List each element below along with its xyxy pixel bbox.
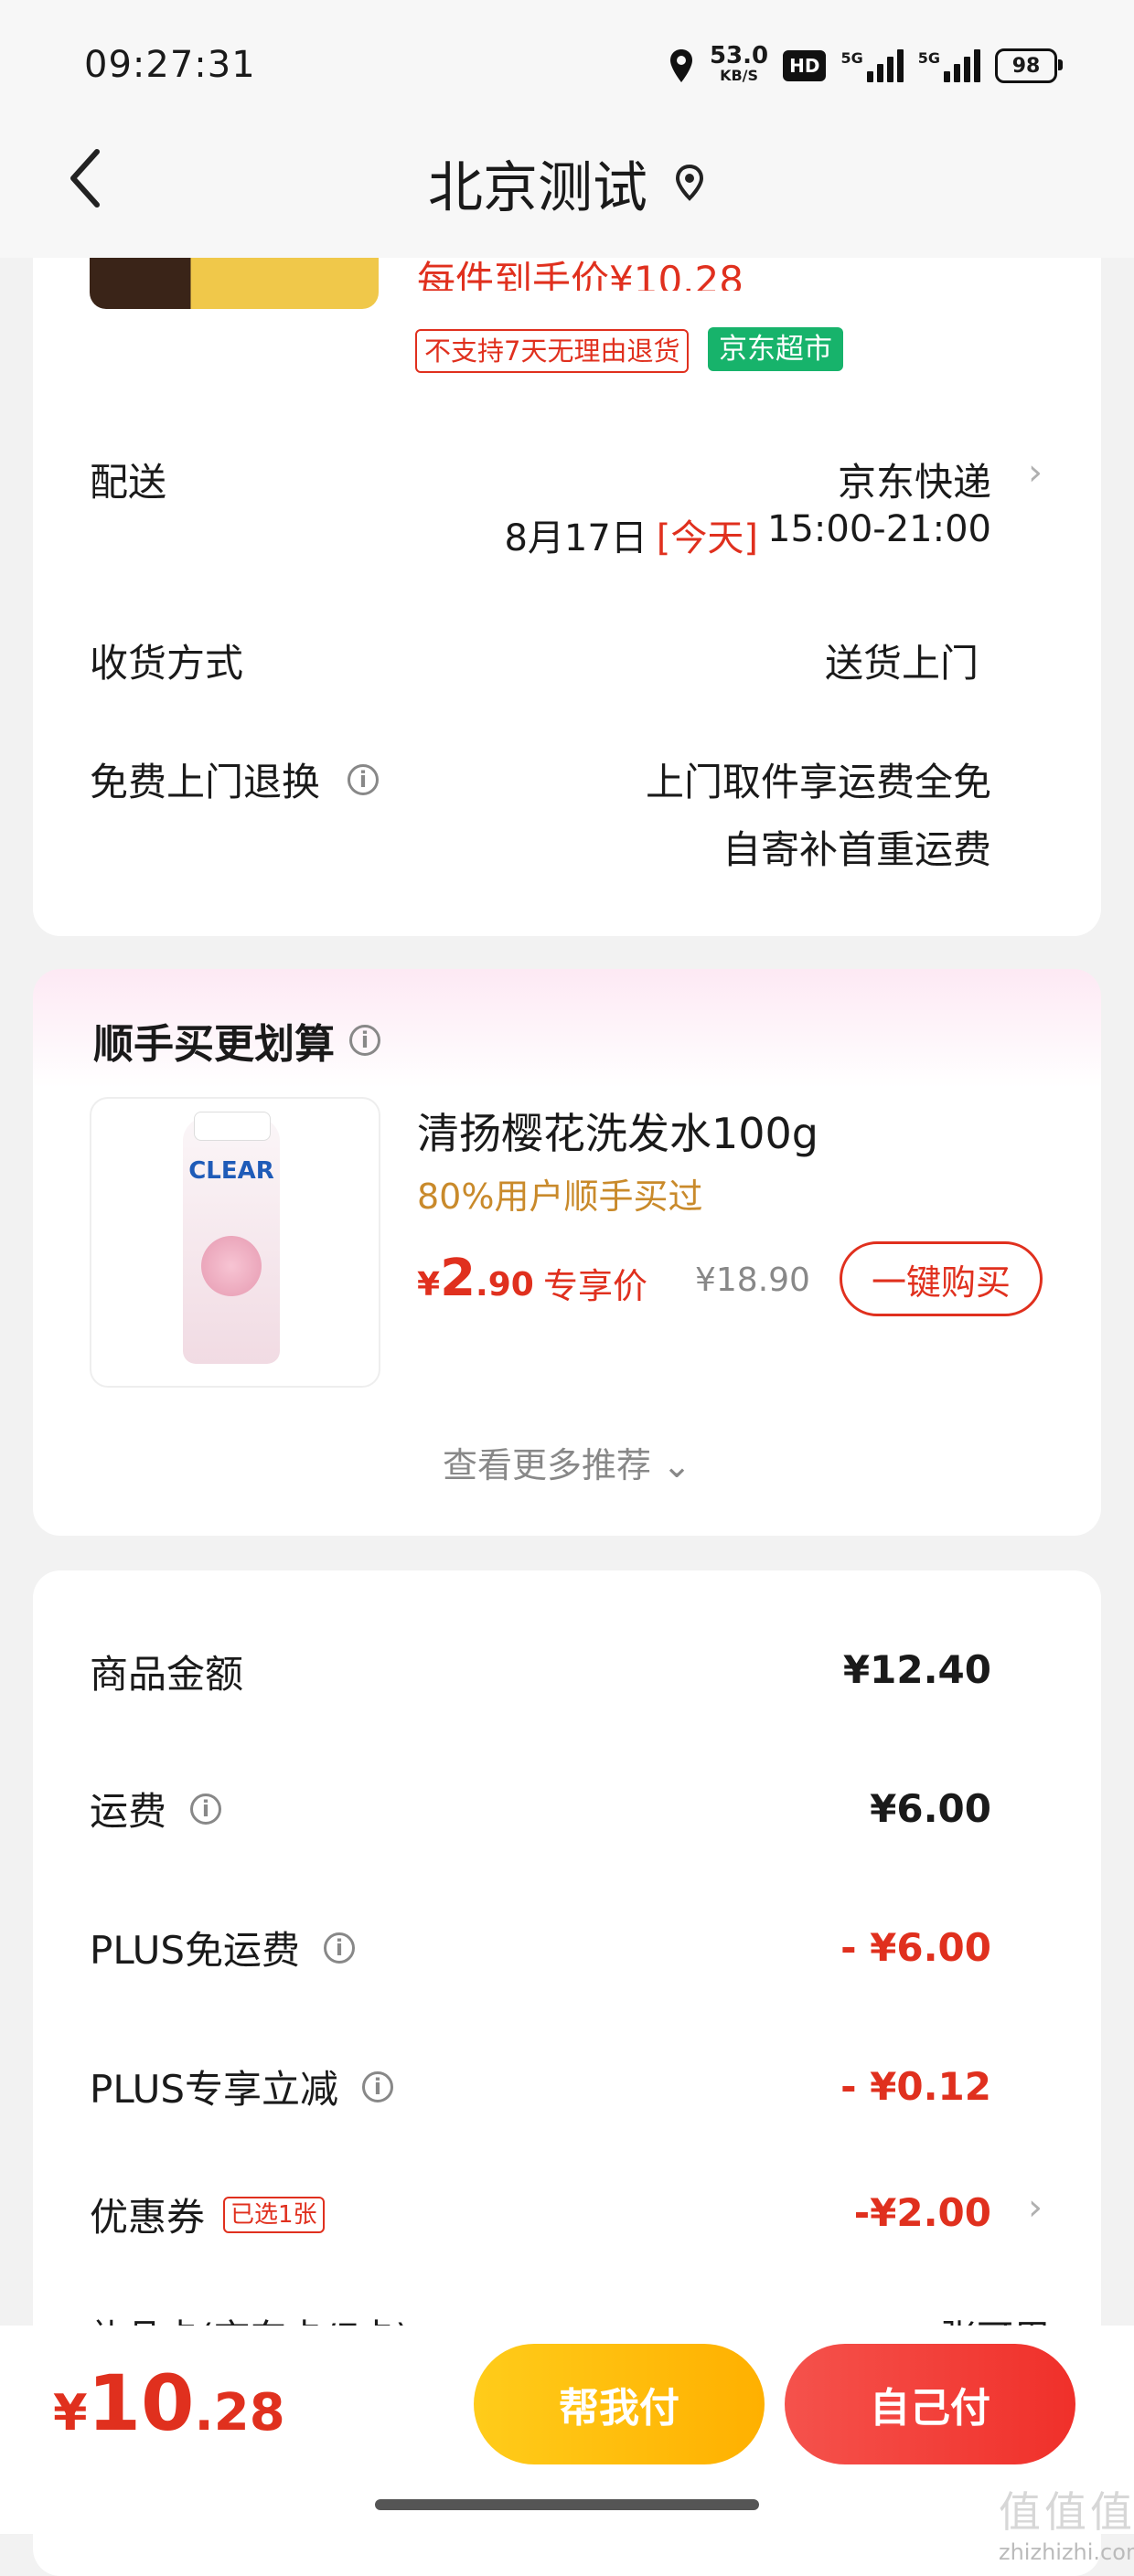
- battery-icon: 98: [995, 48, 1063, 83]
- plus-free-shipping-row: PLUS免运费 i: [90, 1920, 356, 1975]
- plus-discount-row: PLUS专享立减 i: [90, 2059, 394, 2114]
- brand-logo-text: CLEAR: [188, 1157, 274, 1185]
- home-indicator[interactable]: [375, 2499, 759, 2510]
- free-return-label: 免费上门退换: [90, 760, 321, 804]
- product-thumbnail[interactable]: [90, 258, 379, 309]
- page-title: 北京测试: [428, 155, 647, 220]
- info-icon[interactable]: i: [190, 1793, 222, 1825]
- shipping-label: 运费: [90, 1789, 167, 1834]
- goods-amount-label: 商品金额: [90, 1652, 244, 1697]
- location-icon: [669, 49, 692, 82]
- delivery-label: 配送: [90, 460, 167, 505]
- goods-amount-value: ¥12.40: [842, 1647, 991, 1692]
- addon-product-image[interactable]: CLEAR: [90, 1097, 380, 1388]
- status-icons: 53.0 KB/S HD 5G 5G 98: [668, 42, 1063, 88]
- help-me-pay-button[interactable]: 帮我付: [474, 2344, 765, 2464]
- title-bar: 北京测试: [0, 146, 1134, 220]
- more-recommendations-link[interactable]: 查看更多推荐 ⌄: [0, 1437, 1134, 1487]
- addon-section-title: 顺手买更划算 i: [93, 1011, 380, 1070]
- each-price: 每件到手价¥10.28: [417, 258, 744, 291]
- info-icon[interactable]: i: [324, 1932, 356, 1964]
- shampoo-bottle-image: CLEAR: [183, 1112, 280, 1364]
- addon-title-text: 顺手买更划算: [93, 1021, 335, 1068]
- addon-price: ¥2.90: [417, 1249, 534, 1308]
- one-click-buy-button[interactable]: 一键购买: [840, 1241, 1043, 1316]
- watermark: 值值值 zhizhizhi.com: [999, 2487, 1134, 2565]
- delivery-carrier[interactable]: 京东快递: [838, 452, 991, 507]
- plus-discount-label: PLUS专享立减: [90, 2067, 339, 2112]
- chevron-down-icon: ⌄: [662, 1445, 691, 1485]
- plus-free-shipping-label: PLUS免运费: [90, 1928, 301, 1973]
- info-icon[interactable]: i: [362, 2070, 394, 2102]
- hd-icon: HD: [783, 50, 827, 81]
- info-icon[interactable]: i: [349, 1025, 380, 1056]
- net-speed: 53.0 KB/S: [709, 42, 769, 84]
- no-return-tag: 不支持7天无理由退货: [415, 329, 690, 373]
- shipping-row: 运费 i: [90, 1781, 222, 1836]
- info-icon[interactable]: i: [348, 763, 380, 795]
- location-pin-icon[interactable]: [673, 163, 706, 203]
- coupon-label: 优惠券: [90, 2195, 206, 2240]
- total-price: ¥10.28: [53, 2358, 285, 2448]
- signal-icon-2: 5G: [918, 49, 980, 82]
- receive-method-label: 收货方式: [90, 641, 244, 686]
- delivery-today: [今天]: [656, 517, 759, 559]
- addon-product-name[interactable]: 清扬樱花洗发水100g: [417, 1101, 818, 1161]
- free-return-row: 免费上门退换 i: [90, 751, 380, 807]
- coupon-value[interactable]: -¥2.00: [854, 2190, 991, 2235]
- addon-popularity: 80%用户顺手买过: [417, 1176, 703, 1217]
- coupon-chevron-icon[interactable]: ›: [1028, 2187, 1043, 2229]
- status-time: 09:27:31: [84, 44, 256, 86]
- plus-free-shipping-value: - ¥6.00: [840, 1925, 991, 1970]
- pay-myself-button[interactable]: 自己付: [785, 2344, 1075, 2464]
- original-price: ¥18.90: [695, 1261, 810, 1299]
- exclusive-price-label: 专享价: [543, 1266, 648, 1306]
- coupon-selected-tag: 已选1张: [223, 2196, 325, 2233]
- more-recommendations-text: 查看更多推荐: [443, 1445, 652, 1485]
- coupon-row[interactable]: 优惠券 已选1张: [90, 2187, 325, 2242]
- shipping-value: ¥6.00: [870, 1786, 991, 1831]
- delivery-chevron-icon[interactable]: ›: [1028, 452, 1043, 494]
- plus-discount-value: - ¥0.12: [840, 2064, 991, 2109]
- delivery-slot: 15:00-21:00: [767, 508, 991, 550]
- free-return-line1: 上门取件享运费全免: [645, 760, 991, 804]
- delivery-time[interactable]: 8月17日 [今天] 15:00-21:00: [504, 508, 991, 561]
- free-return-line2: 自寄补首重运费: [722, 827, 991, 872]
- delivery-date: 8月17日: [504, 517, 647, 559]
- jd-supermarket-tag: 京东超市: [708, 327, 843, 371]
- receive-method-value[interactable]: 送货上门: [825, 633, 979, 688]
- goods-amount-row: 商品金额: [90, 1644, 243, 1699]
- signal-icon: 5G: [840, 49, 904, 82]
